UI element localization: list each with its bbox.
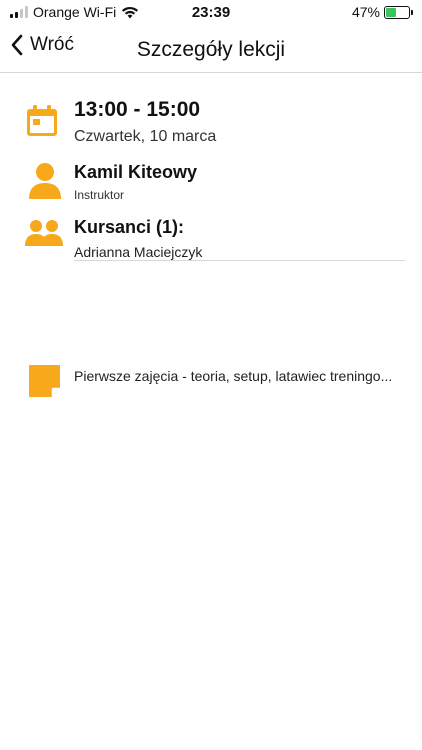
person-icon (29, 163, 61, 199)
battery-icon (384, 5, 413, 19)
note-icon (29, 365, 60, 397)
page-title: Szczegóły lekcji (136, 38, 286, 61)
battery-percent: 47% (351, 4, 380, 20)
lesson-date: Czwartek, 10 marca (74, 128, 217, 145)
group-icon (25, 220, 63, 246)
calendar-icon (27, 105, 57, 136)
status-bar: Orange Wi-Fi 23:39 47% (0, 0, 422, 26)
student-item[interactable]: Adrianna Maciejczyk (74, 244, 202, 260)
divider (74, 260, 405, 261)
students-title: Kursanci (1): (74, 217, 185, 237)
instructor-name: Kamil Kiteowy (74, 162, 198, 182)
lesson-time-range: 13:00 - 15:00 (74, 98, 201, 121)
note-text: Pierwsze zajęcia - teoria, setup, latawi… (74, 368, 393, 384)
navigation-bar: Wróć Szczegóły lekcji (0, 26, 422, 73)
instructor-role: Instruktor (74, 188, 125, 202)
status-right: 47% (351, 4, 413, 20)
